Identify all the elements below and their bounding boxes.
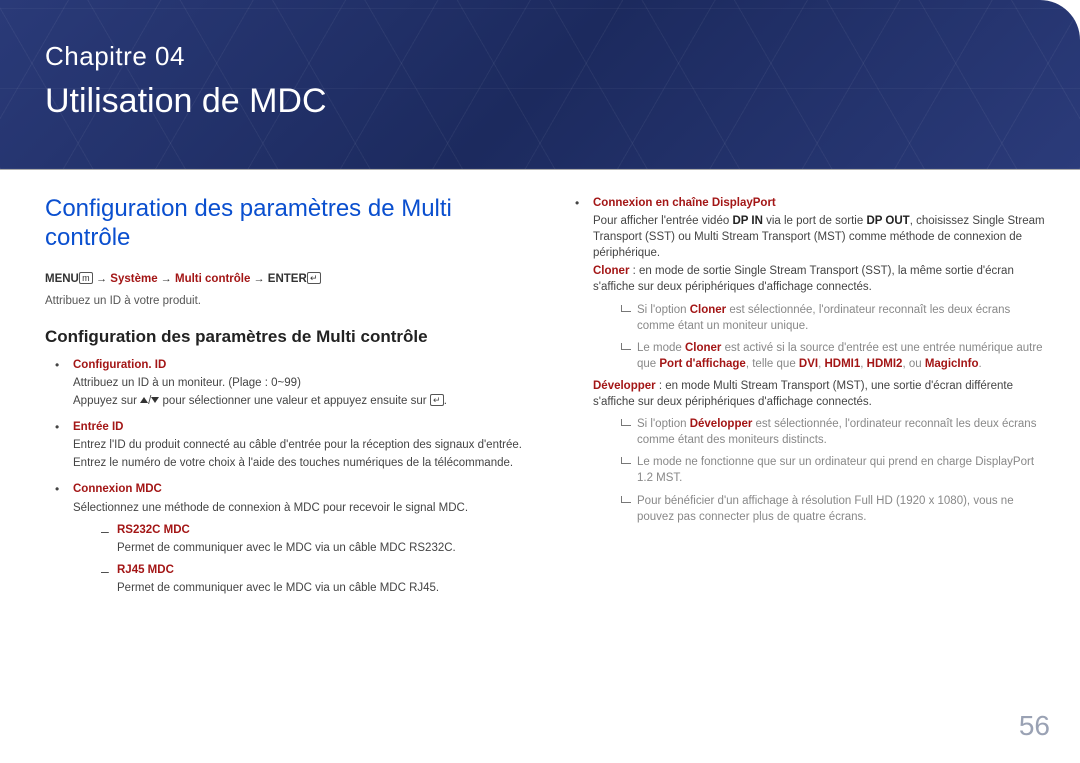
- developper-description: Développer : en mode Multi Stream Transp…: [593, 378, 1050, 410]
- text-fragment: Si l'option: [637, 418, 690, 430]
- text-fragment: : en mode Multi Stream Transport (MST), …: [593, 380, 1013, 408]
- chapter-title: Utilisation de MDC: [45, 78, 1080, 126]
- arrow-icon: →: [96, 273, 107, 285]
- enter-label: ENTER: [268, 273, 307, 285]
- port-affichage-label: Port d'affichage: [659, 358, 745, 370]
- config-id-range: Attribuez un ID à un moniteur. (Plage : …: [73, 375, 530, 391]
- subitem-body: Permet de communiquer avec le MDC via un…: [117, 540, 530, 556]
- config-id-instruction: Appuyez sur / pour sélectionner une vale…: [73, 393, 530, 409]
- menu-breadcrumb: MENUm → Système → Multi contrôle → ENTER…: [45, 271, 530, 287]
- subitem-title: RS232C MDC: [117, 522, 530, 538]
- text-fragment: Appuyez sur: [73, 395, 140, 407]
- assign-id-note: Attribuez un ID à votre produit.: [45, 293, 530, 309]
- item-connexion-mdc: Connexion MDC Sélectionnez une méthode d…: [45, 481, 530, 596]
- developper-label: Développer: [593, 380, 656, 392]
- enter-icon: ↵: [430, 394, 444, 406]
- section-heading: Configuration des paramètres de Multi co…: [45, 195, 530, 253]
- text-fragment: via le port de sortie: [763, 215, 867, 227]
- cloner-label-inline: Cloner: [690, 304, 726, 316]
- developper-description-wrap: Développer : en mode Multi Stream Transp…: [593, 378, 1050, 410]
- note-dp12-required: Le mode ne fonctionne que sur un ordinat…: [593, 454, 1050, 486]
- arrow-icon: →: [254, 273, 265, 285]
- cloner-label-inline: Cloner: [685, 342, 721, 354]
- hdmi2-label: HDMI2: [867, 358, 903, 370]
- dvi-label: DVI: [799, 358, 818, 370]
- cloner-label: Cloner: [593, 265, 629, 277]
- enter-icon: ↵: [307, 272, 321, 284]
- subitem-title: RJ45 MDC: [117, 562, 530, 578]
- item-body: Pour afficher l'entrée vidéo DP IN via l…: [593, 213, 1050, 295]
- page-number: 56: [1019, 706, 1050, 745]
- settings-list-right: Connexion en chaîne DisplayPort Pour aff…: [565, 195, 1050, 525]
- note-cloner-single-monitor: Si l'option Cloner est sélectionnée, l'o…: [593, 302, 1050, 334]
- breadcrumb-multicontrole: Multi contrôle: [175, 273, 250, 285]
- note-body: Si l'option Cloner est sélectionnée, l'o…: [637, 304, 1010, 332]
- entree-id-line2: Entrez le numéro de votre choix à l'aide…: [73, 455, 530, 471]
- subitem-rs232c: RS232C MDC Permet de communiquer avec le…: [73, 522, 530, 556]
- connexion-mdc-intro: Sélectionnez une méthode de connexion à …: [73, 500, 530, 516]
- text-fragment: , ou: [902, 358, 924, 370]
- menu-label: MENU: [45, 273, 79, 285]
- magicinfo-label: MagicInfo: [925, 358, 979, 370]
- subitem-body: Permet de communiquer avec le MDC via un…: [117, 580, 530, 596]
- note-cloner-digital-source: Le mode Cloner est activé si la source d…: [593, 340, 1050, 372]
- cloner-description: Cloner : en mode de sortie Single Stream…: [593, 263, 1050, 295]
- arrow-icon: →: [161, 273, 172, 285]
- dp-out-label: DP OUT: [866, 215, 909, 227]
- subitem-rj45: RJ45 MDC Permet de communiquer avec le M…: [73, 562, 530, 596]
- note-body: Pour bénéficier d'un affichage à résolut…: [637, 495, 1014, 523]
- note-max-four-screens: Pour bénéficier d'un affichage à résolut…: [593, 493, 1050, 525]
- entree-id-line1: Entrez l'ID du produit connecté au câble…: [73, 437, 530, 453]
- hdmi1-label: HDMI1: [824, 358, 860, 370]
- item-entree-id: Entrée ID Entrez l'ID du produit connect…: [45, 419, 530, 471]
- item-title: Configuration. ID: [73, 357, 530, 373]
- subsection-heading: Configuration des paramètres de Multi co…: [45, 325, 530, 349]
- content-columns: Configuration des paramètres de Multi co…: [45, 195, 1050, 606]
- note-body: Si l'option Développer est sélectionnée,…: [637, 418, 1036, 446]
- item-title: Connexion en chaîne DisplayPort: [593, 195, 1050, 211]
- right-column: Connexion en chaîne DisplayPort Pour aff…: [565, 195, 1050, 606]
- dp-chain-intro: Pour afficher l'entrée vidéo DP IN via l…: [593, 213, 1050, 261]
- item-title: Connexion MDC: [73, 481, 530, 497]
- settings-list: Configuration. ID Attribuez un ID à un m…: [45, 357, 530, 596]
- chapter-banner: Chapitre 04 Utilisation de MDC: [0, 0, 1080, 170]
- item-body: Attribuez un ID à un moniteur. (Plage : …: [73, 375, 530, 409]
- note-body: Le mode ne fonctionne que sur un ordinat…: [637, 456, 1034, 484]
- text-fragment: pour sélectionner une valeur et appuyez …: [159, 395, 429, 407]
- item-configuration-id: Configuration. ID Attribuez un ID à un m…: [45, 357, 530, 409]
- text-fragment: , telle que: [746, 358, 799, 370]
- up-icon: [140, 397, 148, 403]
- breadcrumb-system: Système: [110, 273, 157, 285]
- note-developper-distinct: Si l'option Développer est sélectionnée,…: [593, 416, 1050, 448]
- text-fragment: Le mode: [637, 342, 685, 354]
- note-body: Le mode Cloner est activé si la source d…: [637, 342, 1043, 370]
- item-title: Entrée ID: [73, 419, 530, 435]
- item-body: Sélectionnez une méthode de connexion à …: [73, 500, 530, 516]
- menu-icon: m: [79, 272, 93, 284]
- chapter-number: Chapitre 04: [45, 38, 1080, 74]
- item-dp-chain: Connexion en chaîne DisplayPort Pour aff…: [565, 195, 1050, 525]
- left-column: Configuration des paramètres de Multi co…: [45, 195, 530, 606]
- document-page: Chapitre 04 Utilisation de MDC Configura…: [0, 0, 1080, 763]
- developper-label-inline: Développer: [690, 418, 753, 430]
- item-body: Entrez l'ID du produit connecté au câble…: [73, 437, 530, 471]
- text-fragment: Pour afficher l'entrée vidéo: [593, 215, 732, 227]
- text-fragment: Si l'option: [637, 304, 690, 316]
- text-fragment: : en mode de sortie Single Stream Transp…: [593, 265, 1014, 293]
- dp-in-label: DP IN: [732, 215, 762, 227]
